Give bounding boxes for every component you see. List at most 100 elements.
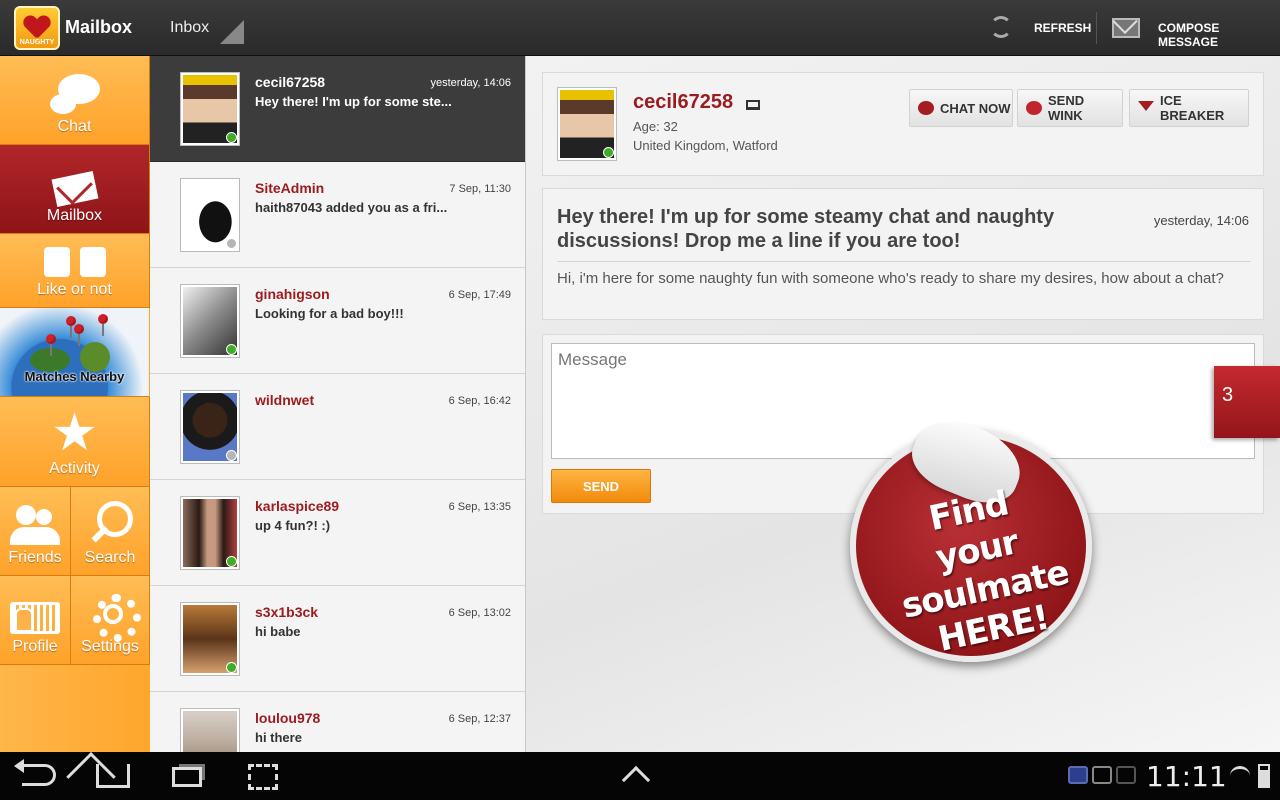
button-label: SEND WINK <box>1048 93 1085 123</box>
star-icon: ★ <box>51 404 98 462</box>
chevron-up-icon[interactable] <box>621 765 651 795</box>
message-preview: Hey there! I'm up for some ste... <box>255 94 452 109</box>
compose-message-button[interactable]: COMPOSE MESSAGE <box>1158 21 1280 49</box>
action-bar: NAUGHTY Mailbox Inbox REFRESH COMPOSE ME… <box>0 0 1280 56</box>
sidebar-item-matches-nearby[interactable]: Matches Nearby <box>0 308 149 397</box>
avatar <box>180 390 240 464</box>
list-item[interactable]: ginahigson 6 Sep, 17:49 Looking for a ba… <box>150 268 525 374</box>
notification-count-badge[interactable]: 3 <box>1214 366 1280 438</box>
cocktail-glass-icon <box>1138 101 1154 115</box>
avatar <box>180 72 240 146</box>
friends-icon <box>10 505 60 545</box>
message-preview: up 4 fun?! :) <box>255 518 331 533</box>
heart-icon <box>24 16 50 40</box>
logo-text: NAUGHTY <box>19 39 55 46</box>
message-card: Hey there! I'm up for some steamy chat a… <box>542 188 1264 320</box>
chat-bubbles-icon <box>49 74 100 114</box>
button-label: ICE BREAKER <box>1160 93 1225 123</box>
send-button[interactable]: SEND <box>551 469 651 503</box>
home-icon[interactable] <box>96 764 130 788</box>
online-status-icon <box>603 147 614 158</box>
sidebar-item-like-or-not[interactable]: Like or not <box>0 234 150 308</box>
chat-now-button[interactable]: CHAT NOW <box>909 89 1013 127</box>
sender-name: SiteAdmin <box>255 180 325 196</box>
list-item[interactable]: s3x1b3ck 6 Sep, 13:02 hi babe <box>150 586 525 692</box>
sidebar-item-label: Mailbox <box>46 207 103 224</box>
profile-name[interactable]: cecil67258 <box>633 91 733 114</box>
sidebar-item-settings[interactable]: Settings <box>71 576 150 665</box>
refresh-button[interactable]: REFRESH <box>1034 21 1091 35</box>
search-icon <box>87 501 133 545</box>
message-time: 7 Sep, 11:30 <box>449 183 511 195</box>
status-clock[interactable]: 11:11 <box>1146 760 1227 793</box>
message-input[interactable] <box>551 343 1255 459</box>
message-time: 6 Sep, 12:37 <box>448 713 511 725</box>
sender-name: karlaspice89 <box>255 498 340 514</box>
divider <box>1096 12 1097 44</box>
conversation-list[interactable]: cecil67258 yesterday, 14:06 Hey there! I… <box>150 56 526 752</box>
profile-age: Age: 32 <box>633 119 678 134</box>
message-preview: hi babe <box>255 624 301 639</box>
avatar <box>180 602 240 676</box>
sidebar-item-label: Search <box>84 549 136 566</box>
image-notification-icon[interactable] <box>1092 766 1112 784</box>
sender-name: loulou978 <box>255 710 321 726</box>
divider <box>557 261 1251 262</box>
list-item[interactable]: SiteAdmin 7 Sep, 11:30 haith87043 added … <box>150 162 525 268</box>
page-title: Mailbox <box>65 17 133 37</box>
speech-bubble-icon <box>918 101 934 115</box>
online-status-icon <box>226 556 237 567</box>
avatar[interactable] <box>557 87 617 161</box>
app-logo[interactable]: NAUGHTY <box>14 6 60 50</box>
folder-spinner[interactable]: Inbox <box>170 19 209 37</box>
sidebar-item-search[interactable]: Search <box>71 487 150 576</box>
recent-apps-icon[interactable] <box>172 767 202 787</box>
message-preview: haith87043 added you as a fri... <box>255 200 448 215</box>
offline-status-icon <box>226 450 237 461</box>
online-status-icon <box>226 344 237 355</box>
laptop-icon <box>746 100 760 110</box>
sender-name: wildnwet <box>255 392 315 408</box>
list-item[interactable]: karlaspice89 6 Sep, 13:35 up 4 fun?! :) <box>150 480 525 586</box>
wink-face-icon <box>1026 101 1042 115</box>
sidebar-item-label: Friends <box>8 549 62 566</box>
sidebar-item-label: Matches Nearby <box>24 369 125 384</box>
map-pin-icon <box>46 334 56 356</box>
list-item[interactable]: cecil67258 yesterday, 14:06 Hey there! I… <box>150 56 525 162</box>
message-preview: hi there <box>255 730 302 745</box>
list-item[interactable]: loulou978 6 Sep, 12:37 hi there <box>150 692 525 752</box>
sidebar-item-label: Profile <box>12 638 58 655</box>
sidebar-nav: Chat Mailbox Like or not Matches Nearby … <box>0 56 150 752</box>
refresh-icon[interactable] <box>990 16 1012 38</box>
message-time: yesterday, 14:06 <box>1153 213 1249 228</box>
list-item[interactable]: wildnwet 6 Sep, 16:42 <box>150 374 525 480</box>
sync-notification-icon[interactable] <box>1116 766 1136 784</box>
sidebar-item-mailbox[interactable]: Mailbox <box>0 145 150 234</box>
sidebar-item-chat[interactable]: Chat <box>0 56 150 145</box>
sidebar-item-friends[interactable]: Friends <box>0 487 71 576</box>
dropdown-corner-icon[interactable] <box>220 20 244 44</box>
sidebar-item-label: Like or not <box>37 281 112 298</box>
avatar <box>180 178 240 252</box>
message-time: 6 Sep, 13:35 <box>448 501 511 513</box>
send-wink-button[interactable]: SEND WINK <box>1017 89 1123 127</box>
avatar <box>180 496 240 570</box>
sidebar-item-label: Chat <box>57 118 92 135</box>
skype-notification-icon[interactable] <box>1068 766 1088 784</box>
message-body: Hi, i'm here for some naughty fun with s… <box>557 270 1224 287</box>
button-label: CHAT NOW <box>940 100 1011 116</box>
message-preview: Looking for a bad boy!!! <box>255 306 404 321</box>
online-status-icon <box>226 662 237 673</box>
envelope-icon[interactable] <box>1112 18 1140 38</box>
message-time: 6 Sep, 13:02 <box>448 607 511 619</box>
sidebar-item-profile[interactable]: Profile <box>0 576 71 665</box>
message-subject: Hey there! I'm up for some steamy chat a… <box>557 206 1055 252</box>
ice-breaker-button[interactable]: ICE BREAKER <box>1129 89 1249 127</box>
sender-name: ginahigson <box>255 286 330 302</box>
message-time: yesterday, 14:06 <box>430 77 511 89</box>
back-icon[interactable] <box>14 759 56 786</box>
sidebar-item-activity[interactable]: ★ Activity <box>0 397 150 487</box>
screenshot-icon[interactable] <box>248 764 278 790</box>
thumbs-up-down-icon <box>43 247 106 277</box>
message-time: 6 Sep, 17:49 <box>448 289 511 301</box>
